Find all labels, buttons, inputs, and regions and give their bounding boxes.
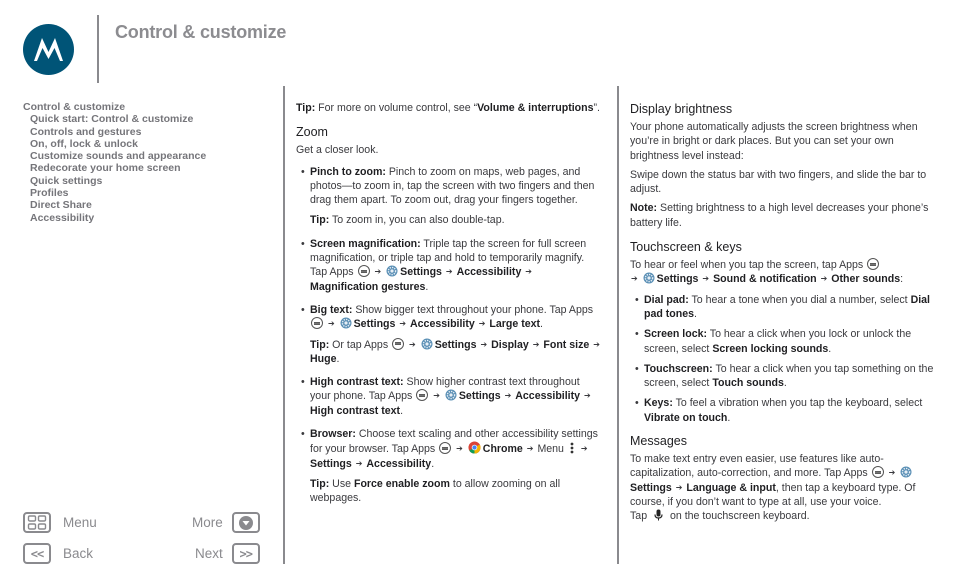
toc-item-direct-share[interactable]: Direct Share bbox=[23, 199, 263, 211]
toc-item-controls-gestures[interactable]: Controls and gestures bbox=[23, 126, 263, 138]
settings-gear-icon bbox=[340, 317, 352, 329]
tip-force-zoom: Tip: Use Force enable zoom to allow zoom… bbox=[310, 477, 561, 505]
touchscreen-keys-heading: Touchscreen & keys bbox=[630, 240, 742, 255]
arrow-right-icon: ➔ bbox=[525, 267, 532, 277]
arrow-right-icon: ➔ bbox=[532, 339, 540, 349]
double-chevron-left-icon: << bbox=[23, 543, 51, 564]
settings-gear-icon bbox=[445, 389, 457, 401]
settings-gear-icon bbox=[386, 265, 398, 277]
arrow-right-icon: ➔ bbox=[580, 444, 588, 454]
settings-gear-icon bbox=[643, 272, 655, 284]
dial-pad-item: Dial pad: To hear a tone when you dial a… bbox=[630, 293, 942, 322]
column-divider bbox=[283, 86, 285, 564]
arrow-right-icon: ➔ bbox=[456, 444, 463, 454]
screen-magnification-item: Screen magnification: Triple tap the scr… bbox=[296, 237, 602, 294]
arrow-right-icon: ➔ bbox=[702, 274, 710, 284]
messages-paragraph: To make text entry even easier, use feat… bbox=[630, 453, 916, 523]
middle-column: Tip: For more on volume control, see “Vo… bbox=[296, 101, 602, 511]
big-text-item: Big text: Show bigger text throughout yo… bbox=[296, 303, 602, 332]
apps-icon bbox=[439, 442, 452, 455]
arrow-right-icon: ➔ bbox=[409, 339, 416, 349]
screen-lock-item: Screen lock: To hear a click when you lo… bbox=[630, 327, 942, 356]
chevron-down-circle-icon bbox=[231, 512, 260, 533]
menu-button[interactable]: Menu bbox=[23, 512, 97, 533]
settings-gear-icon bbox=[421, 338, 433, 350]
tip-font-size: Tip: Or tap Apps ➔ Settings ➔ Display ➔ … bbox=[310, 337, 600, 365]
toc-item-customize-sounds[interactable]: Customize sounds and appearance bbox=[23, 150, 263, 162]
arrow-right-icon: ➔ bbox=[526, 444, 534, 454]
arrow-right-icon: ➔ bbox=[480, 339, 488, 349]
chrome-icon bbox=[468, 441, 481, 454]
right-column: Display brightness Your phone automatica… bbox=[630, 101, 942, 529]
column-divider bbox=[617, 86, 619, 564]
arrow-right-icon: ➔ bbox=[374, 267, 382, 277]
toc-item-profiles[interactable]: Profiles bbox=[23, 187, 263, 199]
high-contrast-item: High contrast text: Show higher contrast… bbox=[296, 375, 602, 418]
arrow-right-icon: ➔ bbox=[888, 468, 896, 478]
overflow-menu-icon bbox=[570, 442, 574, 454]
brightness-instruction: Swipe down the status bar with two finge… bbox=[630, 168, 927, 196]
grid-icon bbox=[23, 512, 51, 533]
brightness-paragraph: Your phone automatically adjusts the scr… bbox=[630, 121, 918, 162]
display-brightness-heading: Display brightness bbox=[630, 102, 733, 116]
arrow-right-icon: ➔ bbox=[631, 274, 638, 284]
chapter-title: Control & customize bbox=[115, 22, 287, 42]
arrow-right-icon: ➔ bbox=[478, 319, 486, 329]
apps-icon bbox=[357, 265, 370, 278]
arrow-right-icon: ➔ bbox=[399, 319, 407, 329]
arrow-right-icon: ➔ bbox=[504, 391, 512, 401]
menu-label: Menu bbox=[63, 515, 97, 530]
apps-icon bbox=[392, 337, 405, 350]
arrow-right-icon: ➔ bbox=[433, 391, 440, 401]
browser-item: Browser: Choose text scaling and other a… bbox=[296, 427, 602, 471]
tip-double-tap: Tip: To zoom in, you can also double-tap… bbox=[310, 214, 505, 227]
arrow-right-icon: ➔ bbox=[593, 339, 600, 349]
toc-item-redecorate[interactable]: Redecorate your home screen bbox=[23, 162, 263, 174]
next-label: Next bbox=[195, 546, 223, 561]
zoom-heading: Zoom bbox=[296, 125, 328, 140]
toc-item-on-off-lock[interactable]: On, off, lock & unlock bbox=[23, 138, 263, 150]
arrow-right-icon: ➔ bbox=[584, 391, 591, 401]
apps-icon bbox=[416, 389, 429, 402]
next-button[interactable]: Next >> bbox=[195, 543, 260, 564]
messages-heading: Messages bbox=[630, 434, 687, 449]
back-label: Back bbox=[63, 546, 94, 561]
arrow-right-icon: ➔ bbox=[445, 267, 453, 277]
apps-icon bbox=[311, 317, 323, 330]
table-of-contents: Control & customize Quick start: Control… bbox=[23, 101, 263, 224]
more-button[interactable]: More bbox=[192, 512, 260, 533]
toc-item-quick-settings[interactable]: Quick settings bbox=[23, 175, 263, 187]
arrow-right-icon: ➔ bbox=[355, 458, 363, 468]
toc-item-quick-start[interactable]: Quick start: Control & customize bbox=[23, 113, 263, 125]
double-chevron-right-icon: >> bbox=[231, 543, 260, 564]
brightness-note: Note: Setting brightness to a high level… bbox=[630, 202, 929, 229]
microphone-icon bbox=[654, 509, 663, 521]
touchscreen-intro: To hear or feel when you tap the screen,… bbox=[630, 258, 904, 286]
arrow-right-icon: ➔ bbox=[327, 319, 335, 329]
motorola-logo-icon bbox=[23, 24, 74, 75]
apps-icon bbox=[867, 258, 880, 271]
arrow-right-icon: ➔ bbox=[675, 482, 683, 492]
zoom-intro: Get a closer look. bbox=[296, 144, 379, 157]
arrow-right-icon: ➔ bbox=[820, 274, 828, 284]
manual-page: Control & customize Control & customize … bbox=[0, 0, 954, 576]
touchscreen-item: Touchscreen: To hear a click when you ta… bbox=[630, 362, 942, 391]
apps-icon bbox=[871, 466, 884, 479]
more-label: More bbox=[192, 515, 223, 530]
keys-item: Keys: To feel a vibration when you tap t… bbox=[630, 396, 942, 425]
settings-gear-icon bbox=[900, 466, 912, 478]
pinch-to-zoom-item: Pinch to zoom: Pinch to zoom on maps, we… bbox=[296, 165, 602, 208]
volume-link[interactable]: Volume & interruptions bbox=[477, 102, 593, 114]
toc-item-accessibility[interactable]: Accessibility bbox=[23, 212, 263, 224]
tip-volume: Tip: For more on volume control, see “Vo… bbox=[296, 102, 600, 114]
back-button[interactable]: << Back bbox=[23, 543, 93, 564]
header-divider bbox=[97, 15, 99, 83]
toc-item-control-customize[interactable]: Control & customize bbox=[23, 101, 263, 113]
